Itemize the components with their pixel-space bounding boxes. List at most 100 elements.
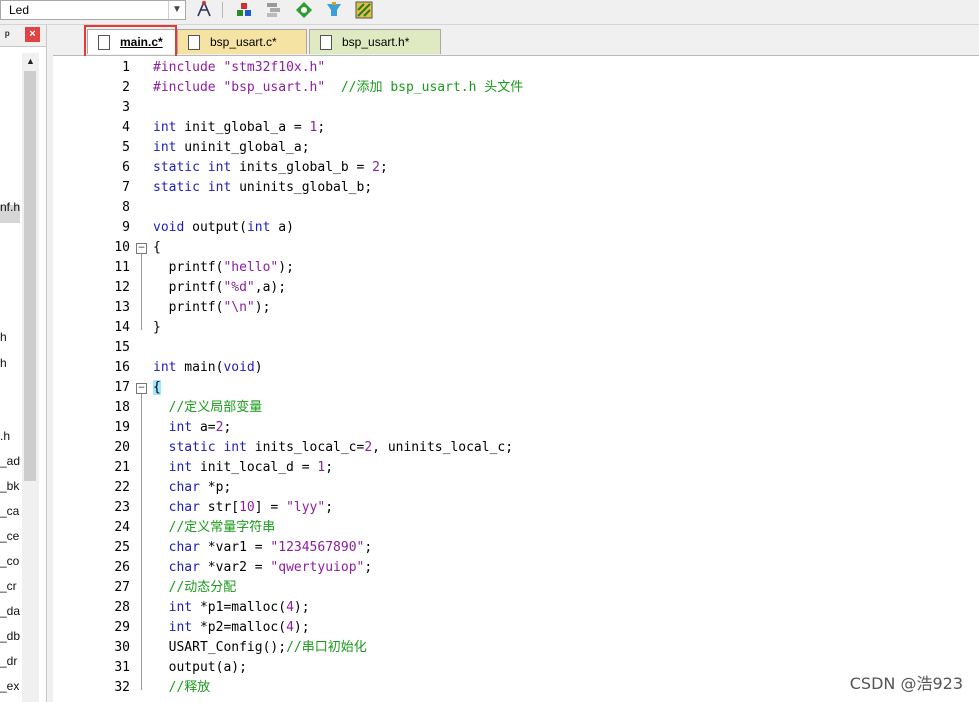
code-token: *var2 = <box>199 560 271 575</box>
code-line[interactable]: 20 static int inits_local_c=2, uninits_l… <box>53 438 979 458</box>
line-number: 20 <box>114 440 130 455</box>
load-icon[interactable] <box>234 0 254 20</box>
code-token: ; <box>380 160 388 175</box>
tree-item[interactable]: _co <box>0 554 19 568</box>
code-text: static int uninits_global_b; <box>153 178 372 198</box>
project-panel-header: ᵖ × <box>0 25 46 47</box>
code-line[interactable]: 21 int init_local_d = 1; <box>53 458 979 478</box>
code-token: ; <box>223 420 232 435</box>
code-line[interactable]: 27 //动态分配 <box>53 578 979 598</box>
tree-item[interactable]: _dr <box>0 654 17 668</box>
code-text: static int inits_local_c=2, uninits_loca… <box>153 438 513 458</box>
code-text: int init_local_d = 1; <box>153 458 333 478</box>
code-text: int *p2=malloc(4); <box>153 618 310 638</box>
code-editor[interactable]: 1 #include "stm32f10x.h" 2 #include "bsp_us… <box>53 56 979 702</box>
code-line[interactable]: 28 int *p1=malloc(4); <box>53 598 979 618</box>
line-number: 28 <box>114 600 130 615</box>
tree-item[interactable]: _bk <box>0 479 19 493</box>
code-line[interactable]: 3 <box>53 98 979 118</box>
watermark: CSDN @浩923 <box>849 674 963 693</box>
tree-item[interactable]: .h <box>0 429 10 443</box>
tree-item[interactable]: _ca <box>0 504 19 518</box>
file-icon <box>188 35 200 50</box>
code-token: output( <box>184 220 247 235</box>
code-text: //定义常量字符串 <box>153 518 276 538</box>
code-token: a) <box>270 220 294 235</box>
code-text: //动态分配 <box>153 578 237 598</box>
code-line[interactable]: 8 <box>53 198 979 218</box>
code-line[interactable]: 9 void output(int a) <box>53 218 979 238</box>
code-token: int <box>153 360 177 375</box>
code-line[interactable]: 29 int *p2=malloc(4); <box>53 618 979 638</box>
tree-item[interactable]: _db <box>0 629 20 643</box>
code-line[interactable]: 4 int init_global_a = 1; <box>53 118 979 138</box>
code-line[interactable]: 17−{ <box>53 378 979 398</box>
code-token: static int <box>153 160 232 175</box>
code-token: } <box>153 320 161 335</box>
code-line[interactable]: 16 int main(void) <box>53 358 979 378</box>
code-text: //释放 <box>153 678 211 698</box>
tab-bsp-usart-h[interactable]: bsp_usart.h* <box>309 29 441 54</box>
flash-icon[interactable] <box>354 0 374 20</box>
scroll-up-icon[interactable]: ▲ <box>22 53 39 70</box>
code-token: #include <box>153 80 224 95</box>
line-number: 22 <box>114 480 130 495</box>
code-line[interactable]: 19 int a=2; <box>53 418 979 438</box>
code-line[interactable]: 30 USART_Config();//串口初始化 <box>53 638 979 658</box>
code-token: void <box>153 220 185 235</box>
code-line[interactable]: 12 printf("%d",a); <box>53 278 979 298</box>
line-number: 15 <box>114 340 130 355</box>
code-text: //定义局部变量 <box>153 398 263 418</box>
tree-item[interactable]: _ce <box>0 529 19 543</box>
code-line[interactable]: 6 static int inits_global_b = 2; <box>53 158 979 178</box>
code-token: int <box>168 620 193 635</box>
code-text: printf("\n"); <box>153 298 271 318</box>
code-line[interactable]: 22 char *p; <box>53 478 979 498</box>
line-number: 2 <box>122 80 130 95</box>
code-line[interactable]: 18 //定义局部变量 <box>53 398 979 418</box>
tab-bsp-usart-c[interactable]: bsp_usart.c* <box>177 29 307 54</box>
panel-scrollbar[interactable]: ▲ <box>22 53 39 702</box>
fold-toggle-icon[interactable]: − <box>136 383 147 394</box>
code-token: ] = <box>254 500 287 515</box>
code-line[interactable]: 13 printf("\n"); <box>53 298 979 318</box>
build-icon[interactable] <box>294 0 314 20</box>
code-token: ; <box>317 120 326 135</box>
code-line[interactable]: 5 int uninit_global_a; <box>53 138 979 158</box>
code-token: "\n" <box>223 300 255 315</box>
code-line[interactable]: 32 //释放 <box>53 678 979 698</box>
tree-item[interactable]: _ad <box>0 454 20 468</box>
code-line[interactable]: 26 char *var2 = "qwertyuiop"; <box>53 558 979 578</box>
tree-item[interactable]: _cr <box>0 579 17 593</box>
code-line[interactable]: 10−{ <box>53 238 979 258</box>
debug-icon[interactable] <box>324 0 344 20</box>
code-line[interactable]: 23 char str[10] = "lyy"; <box>53 498 979 518</box>
fold-toggle-icon[interactable]: − <box>136 243 147 254</box>
code-line[interactable]: 15 <box>53 338 979 358</box>
tree-item[interactable]: h <box>0 356 7 370</box>
code-line[interactable]: 11 printf("hello"); <box>53 258 979 278</box>
code-token: char <box>168 560 200 575</box>
code-line[interactable]: 24 //定义常量字符串 <box>53 518 979 538</box>
code-token: "qwertyuiop" <box>270 560 365 575</box>
line-number: 16 <box>114 360 130 375</box>
pack-icon[interactable] <box>264 0 284 20</box>
code-line[interactable]: 31 output(a); <box>53 658 979 678</box>
tree-item[interactable]: h <box>0 330 7 344</box>
chevron-down-icon[interactable]: ▼ <box>168 1 185 19</box>
code-line[interactable]: 1 #include "stm32f10x.h" <box>53 58 979 78</box>
close-icon[interactable]: × <box>25 27 40 42</box>
code-line[interactable]: 14} <box>53 318 979 338</box>
code-line[interactable]: 25 char *var1 = "1234567890"; <box>53 538 979 558</box>
code-line[interactable]: 7 static int uninits_global_b; <box>53 178 979 198</box>
tree-item[interactable]: _da <box>0 604 20 618</box>
tree-item[interactable]: _ex <box>0 679 19 693</box>
tree-item[interactable]: nf.h <box>0 200 20 214</box>
pin-icon[interactable]: ᵖ <box>5 28 10 42</box>
scrollbar-thumb[interactable] <box>24 71 36 481</box>
options-icon[interactable] <box>194 0 214 20</box>
code-line[interactable]: 2 #include "bsp_usart.h" //添加 bsp_usart.h… <box>53 78 979 98</box>
target-select[interactable]: Led ▼ <box>0 0 186 20</box>
code-text: printf("%d",a); <box>153 278 286 298</box>
code-text: char *p; <box>153 478 232 498</box>
